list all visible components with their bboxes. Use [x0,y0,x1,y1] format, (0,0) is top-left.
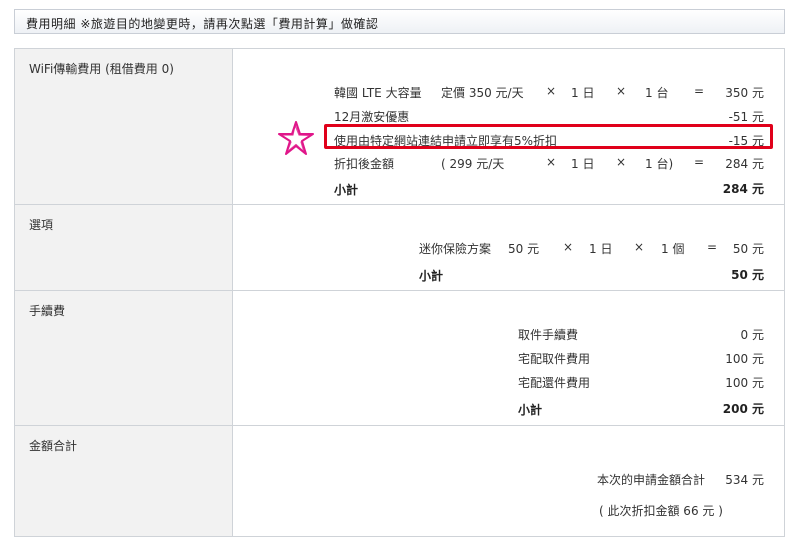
discount-note: ( 此次折扣金額 66 元 ) [599,504,723,518]
options-subtotal-label: 小計 [419,269,444,283]
plan-price: 定價 350 元/天 [441,86,524,100]
multiply-sign: × [634,240,645,254]
wifi-subtotal-label: 小計 [334,183,359,197]
equals-sign: = [694,84,705,98]
discounted-amount: 284 元 [725,157,764,171]
total-section: 金額合計 本次的申請金額合計 534 元 ( 此次折扣金額 66 元 ) [15,426,784,536]
delivery-return-amount: 100 元 [725,376,764,390]
insurance-days: 1 日 [589,242,613,256]
fee-details-header: 費用明細 ※旅遊目的地變更時，請再次點選「費用計算」做確認 [14,9,785,34]
insurance-amount: 50 元 [732,242,764,256]
fees-subtotal: 200 元 [722,402,764,416]
pickup-fee-name: 取件手續費 [518,328,579,342]
plan-days: 1 日 [571,86,595,100]
fees-section: 手續費 取件手續費 0 元 宅配取件費用 100 元 宅配還件費用 100 元 … [15,291,784,426]
plan-name: 韓國 LTE 大容量 [334,86,422,100]
total-label: 金額合計 [29,439,78,453]
plan-units: 1 台 [645,86,669,100]
discount-highlight-box [324,124,773,149]
multiply-sign: × [616,84,627,98]
multiply-sign: × [546,84,557,98]
equals-sign: = [707,240,718,254]
discounted-units: 1 台) [645,157,674,171]
insurance-units: 1 個 [661,242,685,256]
promo-name: 12月激安優惠 [334,110,410,124]
multiply-sign: × [563,240,574,254]
multiply-sign: × [616,155,627,169]
equals-sign: = [694,155,705,169]
options-subtotal: 50 元 [731,268,764,282]
discounted-name: 折扣後金額 [334,157,395,171]
fees-subtotal-label: 小計 [518,403,543,417]
delivery-pickup-amount: 100 元 [725,352,764,366]
delivery-return-name: 宅配還件費用 [518,376,591,390]
fee-details-title: 費用明細 ※旅遊目的地變更時，請再次點選「費用計算」做確認 [26,17,379,31]
star-icon [278,121,314,155]
fees-label: 手續費 [29,304,66,318]
grand-total-name: 本次的申請金額合計 [597,473,706,487]
pickup-fee-amount: 0 元 [740,328,764,342]
discounted-days: 1 日 [571,157,595,171]
grand-total-amount: 534 元 [725,473,764,487]
wifi-label: WiFi傳輸費用 (租借費用 0) [29,62,174,76]
multiply-sign: × [546,155,557,169]
delivery-pickup-name: 宅配取件費用 [518,352,591,366]
wifi-subtotal: 284 元 [722,182,764,196]
fee-table: WiFi傳輸費用 (租借費用 0) 韓國 LTE 大容量 定價 350 元/天 … [14,48,785,537]
discounted-price: ( 299 元/天 [441,157,505,171]
insurance-name: 迷你保險方案 [419,242,492,256]
options-label: 選項 [29,218,54,232]
plan-amount: 350 元 [725,86,764,100]
options-section: 選項 迷你保險方案 50 元 × 1 日 × 1 個 = 50 元 小計 50 … [15,205,784,291]
insurance-price: 50 元 [508,242,540,256]
promo-amount: -51 元 [728,110,764,124]
